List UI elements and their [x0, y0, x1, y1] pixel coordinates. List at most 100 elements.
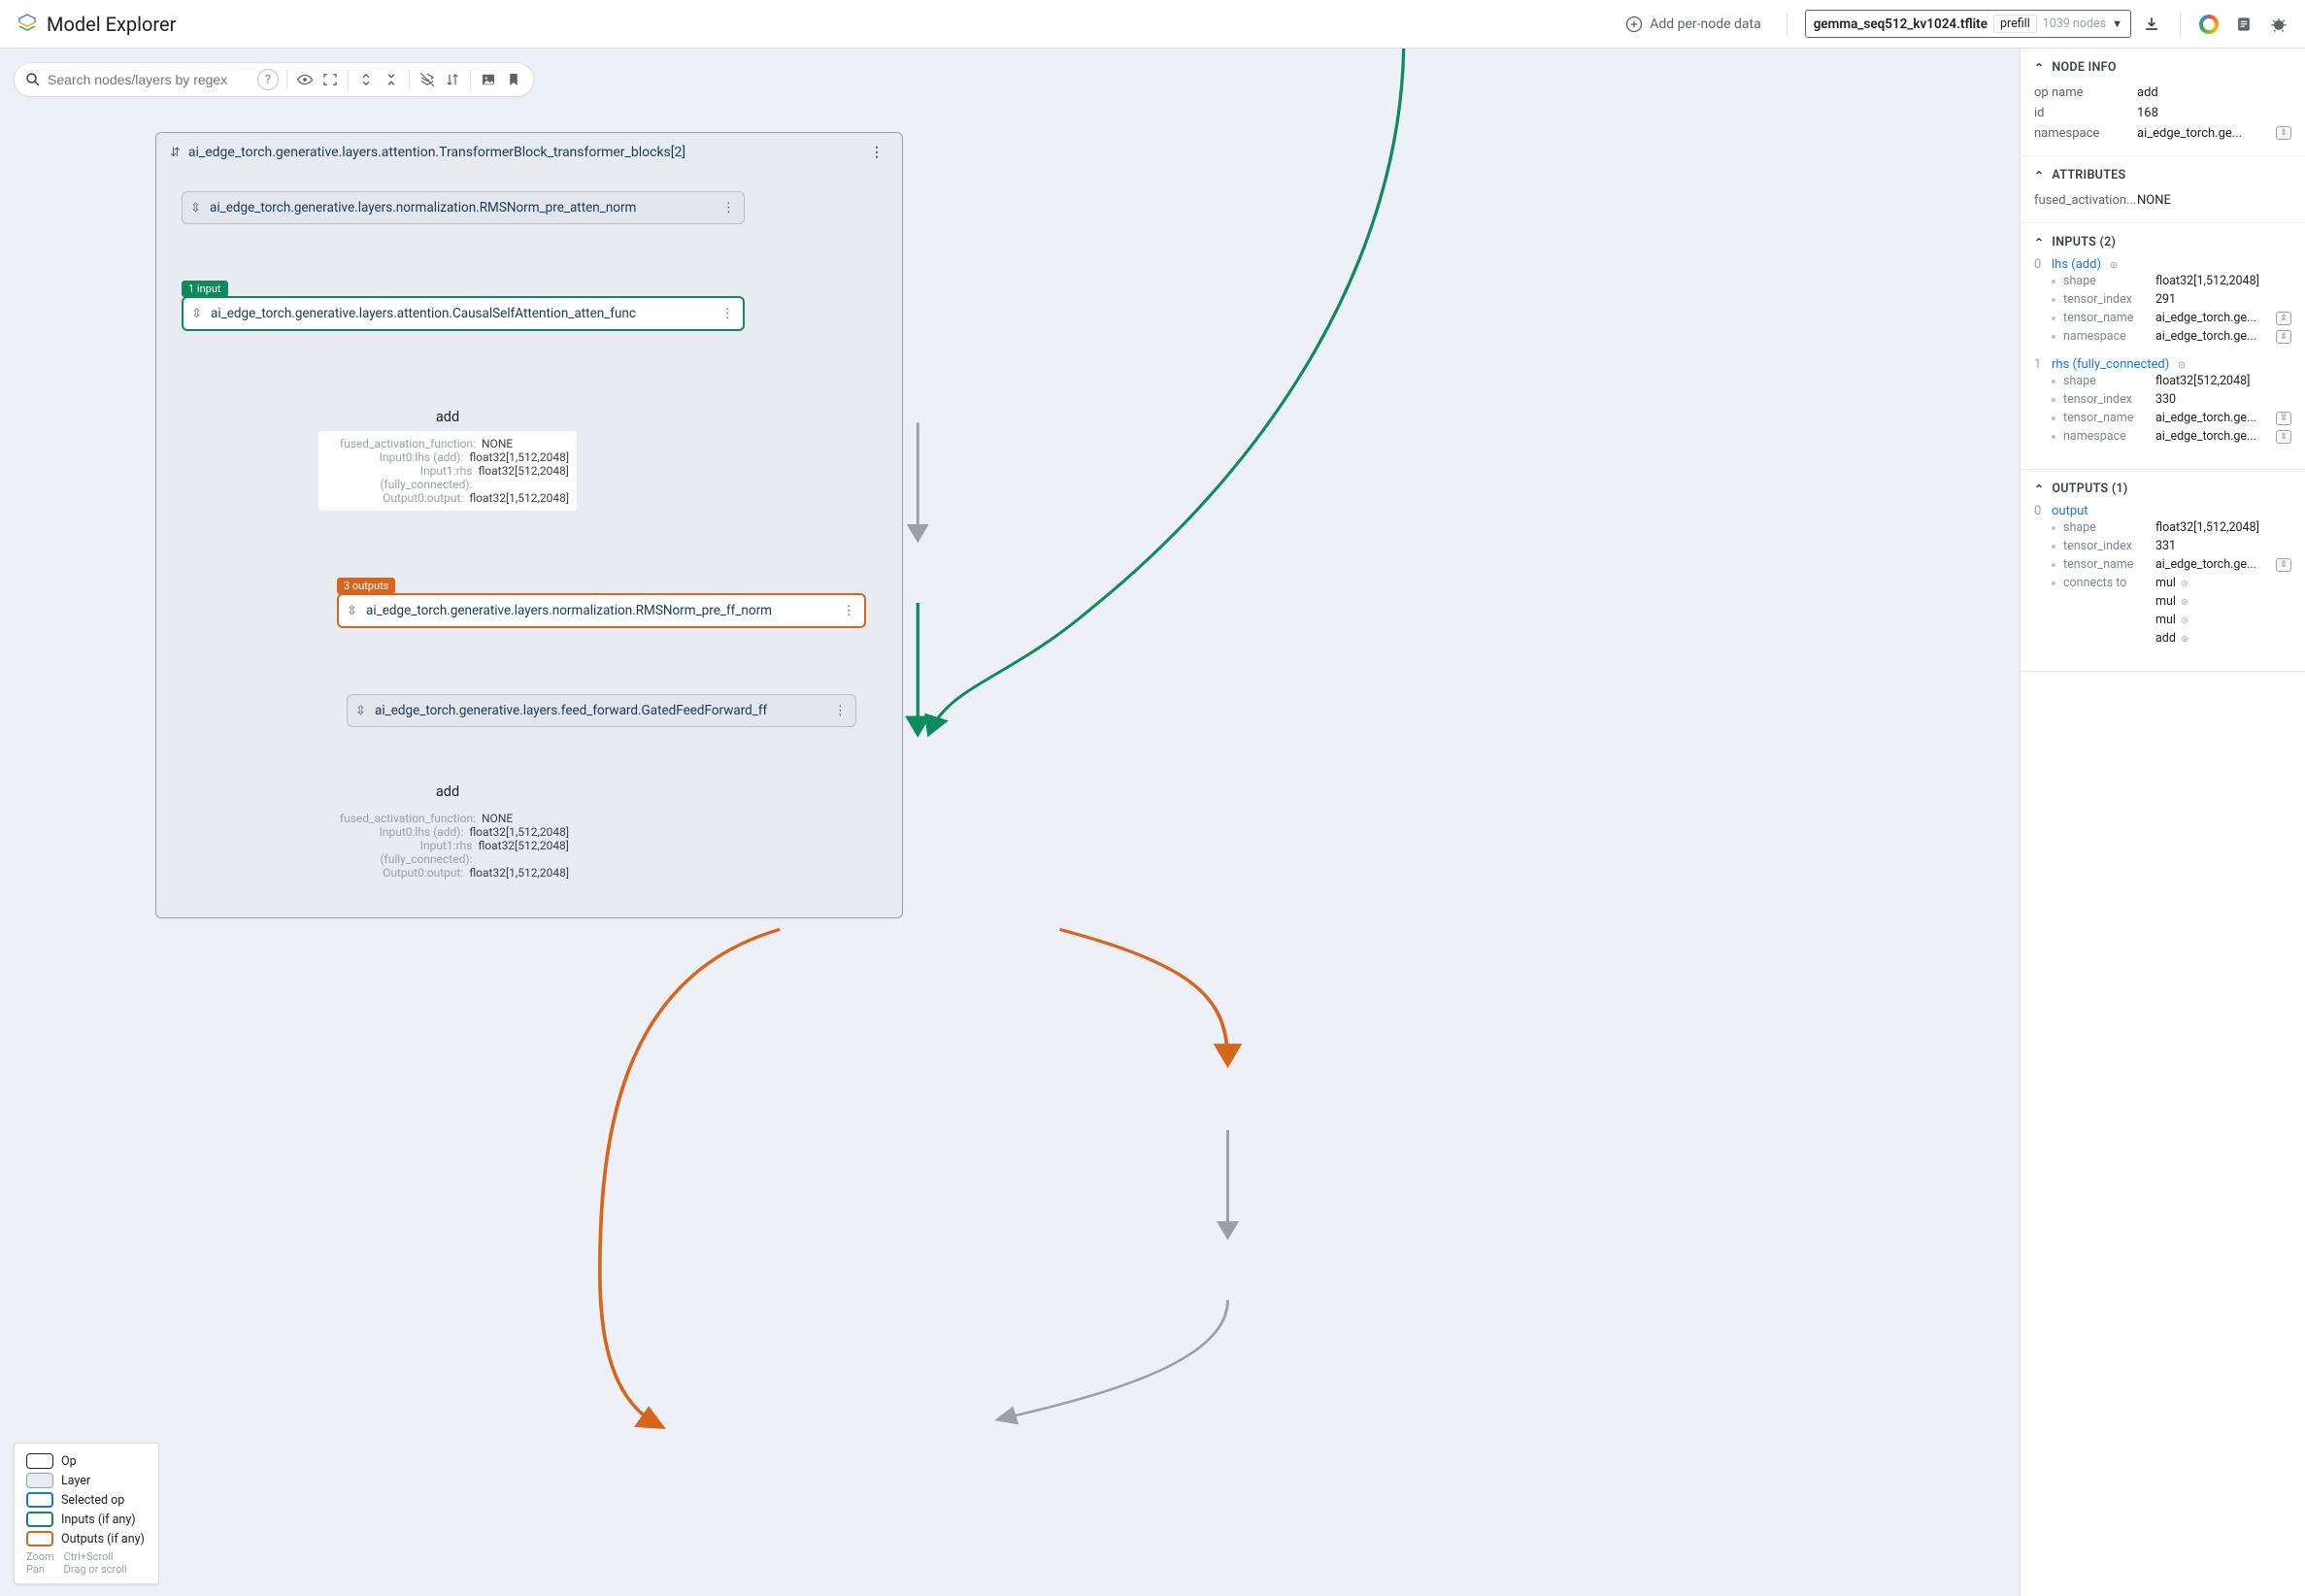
section-node-info: ⌃NODE INFO op nameadd id168 namespaceai_… [2021, 49, 2305, 156]
search-toolbar: ? [14, 62, 534, 97]
node-menu-button[interactable]: ⋮ [843, 603, 857, 618]
locate-icon[interactable] [2179, 615, 2190, 626]
input-item: 1 rhs (fully_connected) shapefloat32[512… [2034, 357, 2291, 446]
chevron-up-icon: ⌃ [2034, 482, 2044, 496]
output-link[interactable]: output [2052, 504, 2088, 518]
layer-container-transformer-block[interactable]: ai_edge_torch.generative.layers.attentio… [155, 132, 903, 918]
chevron-up-icon: ⌃ [2034, 169, 2044, 183]
section-header-outputs[interactable]: ⌃OUTPUTS (1) [2034, 482, 2291, 496]
node-menu-button[interactable]: ⋮ [721, 306, 736, 321]
chevron-up-icon: ⌃ [2034, 236, 2044, 249]
image-icon [480, 71, 497, 88]
section-outputs: ⌃OUTPUTS (1) 0 output shapefloat32[1,512… [2021, 470, 2305, 672]
subgraph-chip: prefill [1993, 15, 2037, 33]
chevron-down-icon: ▼ [2112, 17, 2122, 30]
expand-all-button[interactable] [356, 70, 376, 89]
expand-value-button[interactable]: ⇳ [2276, 312, 2291, 325]
node-causal-self-attention[interactable]: ai_edge_torch.generative.layers.attentio… [182, 296, 745, 331]
expand-all-icon [357, 71, 375, 88]
node-rmsnorm-pre-ff[interactable]: ai_edge_torch.generative.layers.normaliz… [337, 593, 866, 628]
expand-value-button[interactable]: ⇳ [2276, 558, 2291, 572]
namespace-value: ai_edge_torch.ge... [2137, 126, 2272, 141]
unfold-less-icon[interactable] [170, 145, 181, 160]
locate-icon[interactable] [2175, 358, 2188, 372]
section-attributes: ⌃ATTRIBUTES fused_activation...NONE [2021, 156, 2305, 223]
attr-value: NONE [2137, 193, 2291, 208]
connects-to-link[interactable]: mul [2155, 576, 2176, 590]
node-menu-button[interactable]: ⋮ [722, 200, 737, 216]
output-item: 0 output shapefloat32[1,512,2048] tensor… [2034, 504, 2291, 648]
node-add-output[interactable]: add fused_activation_function:NONE Input… [307, 774, 588, 895]
model-name: gemma_seq512_kv1024.tflite [1814, 17, 1988, 32]
unfold-more-icon[interactable] [190, 200, 201, 216]
node-count: 1039 nodes [2043, 17, 2106, 31]
notes-icon [2234, 15, 2254, 34]
image-button[interactable] [479, 70, 498, 89]
connects-to-link[interactable]: mul [2155, 613, 2176, 627]
collapse-all-icon [383, 71, 400, 88]
node-detail: fused_activation_function:NONE Input0:lh… [318, 431, 577, 511]
node-add-selected[interactable]: add fused_activation_function:NONE Input… [307, 399, 588, 520]
topbar: Model Explorer Add per-node data gemma_s… [0, 0, 2305, 49]
node-id-value: 168 [2137, 106, 2291, 120]
connects-to-link[interactable]: add [2155, 631, 2176, 646]
expand-value-button[interactable]: ⇳ [2276, 430, 2291, 444]
input-link-lhs[interactable]: lhs (add) [2052, 257, 2101, 272]
fit-screen-icon [321, 71, 339, 88]
section-header-attributes[interactable]: ⌃ATTRIBUTES [2034, 168, 2291, 183]
node-detail: fused_activation_function:NONE Input0:lh… [318, 806, 577, 885]
graph-canvas[interactable]: float32[1,512,2048] ai_edge_torch.genera… [0, 49, 2020, 1596]
node-gated-feed-forward[interactable]: ai_edge_torch.generative.layers.feed_for… [347, 694, 856, 727]
search-input[interactable] [48, 72, 251, 87]
legend-swatch-outputs [26, 1531, 53, 1546]
locate-icon[interactable] [2179, 578, 2190, 589]
bug-icon [2269, 15, 2288, 34]
palette-button[interactable] [2198, 14, 2220, 35]
bookmark-icon [505, 71, 522, 88]
model-selector[interactable]: gemma_seq512_kv1024.tflite prefill 1039 … [1805, 10, 2131, 38]
section-inputs: ⌃INPUTS (2) 0 lhs (add) shapefloat32[1,5… [2021, 223, 2305, 470]
expand-value-button[interactable]: ⇳ [2276, 330, 2291, 344]
bookmark-button[interactable] [504, 70, 523, 89]
unfold-more-icon[interactable] [191, 306, 202, 321]
locate-icon[interactable] [2107, 258, 2121, 272]
input-link-rhs[interactable]: rhs (fully_connected) [2052, 357, 2169, 372]
legend-swatch-layer [26, 1473, 53, 1488]
visibility-button[interactable] [295, 70, 315, 89]
fit-screen-button[interactable] [320, 70, 340, 89]
badge-output-count: 3 outputs [337, 578, 395, 594]
expand-value-button[interactable]: ⇳ [2276, 412, 2291, 425]
collapse-all-button[interactable] [382, 70, 401, 89]
badge-input-count: 1 input [182, 281, 228, 297]
layers-off-button[interactable] [418, 70, 437, 89]
bug-report-button[interactable] [2268, 14, 2289, 35]
locate-icon[interactable] [2179, 633, 2190, 645]
locate-icon[interactable] [2179, 596, 2190, 608]
add-per-node-data-button[interactable]: Add per-node data [1617, 11, 1769, 38]
legend-swatch-inputs [26, 1512, 53, 1527]
node-menu-button[interactable]: ⋮ [834, 703, 849, 718]
unfold-more-icon[interactable] [347, 603, 357, 618]
eye-icon [296, 71, 314, 88]
node-rmsnorm-pre-atten[interactable]: ai_edge_torch.generative.layers.normaliz… [182, 191, 745, 224]
node-menu-button[interactable]: ⋮ [866, 145, 888, 160]
divider [2180, 13, 2181, 36]
container-title: ai_edge_torch.generative.layers.attentio… [188, 145, 858, 160]
unfold-more-icon[interactable] [355, 703, 366, 718]
download-icon [2142, 15, 2161, 34]
layers-off-icon [418, 71, 436, 88]
notes-button[interactable] [2233, 14, 2255, 35]
help-button[interactable]: ? [257, 69, 279, 90]
plus-circle-icon [1624, 15, 1644, 34]
sort-button[interactable] [443, 70, 462, 89]
expand-value-button[interactable]: ⇳ [2276, 126, 2291, 140]
connects-to-link[interactable]: mul [2155, 594, 2176, 609]
palette-icon [2199, 15, 2219, 34]
section-header-node-info[interactable]: ⌃NODE INFO [2034, 60, 2291, 75]
legend-swatch-op [26, 1453, 53, 1469]
download-button[interactable] [2141, 14, 2162, 35]
app-logo-icon [16, 13, 39, 36]
app-title: Model Explorer [47, 13, 176, 36]
section-header-inputs[interactable]: ⌃INPUTS (2) [2034, 235, 2291, 249]
input-item: 0 lhs (add) shapefloat32[1,512,2048] ten… [2034, 257, 2291, 346]
